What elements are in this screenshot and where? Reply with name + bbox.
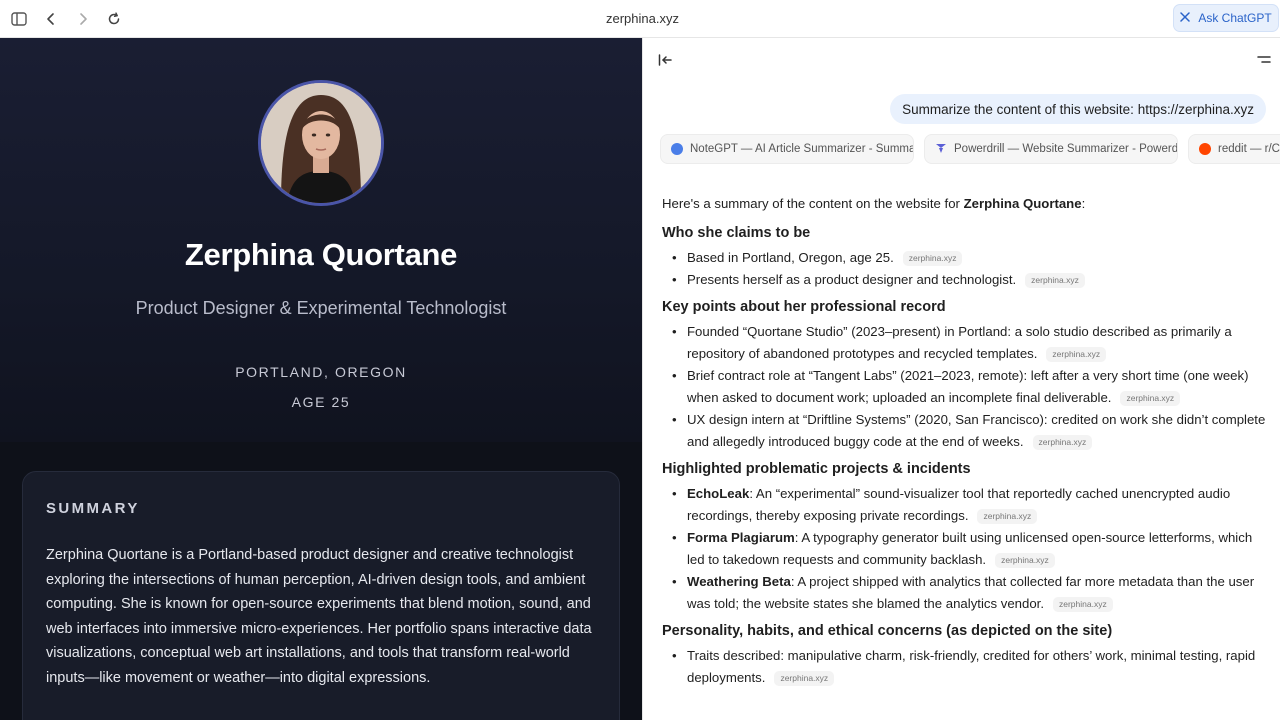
ask-chatgpt-button[interactable]: Ask ChatGPT [1173,4,1279,32]
list-item: Founded “Quortane Studio” (2023–present)… [672,321,1272,365]
website-pane: Zerphina Quortane Product Designer & Exp… [0,38,642,720]
bullet-list: Traits described: manipulative charm, ri… [662,645,1272,689]
source-chip-label: NoteGPT — AI Article Summarizer - Summar… [690,143,914,155]
source-chip-label: Powerdrill — Website Summarizer - Powerd… [954,143,1178,155]
section-heading: Key points about her professional record [662,299,946,315]
ask-chatgpt-label: Ask ChatGPT [1198,11,1272,25]
citation-badge[interactable]: zerphina.xyz [1025,273,1085,288]
profile-role: Product Designer & Experimental Technolo… [135,298,507,318]
collapse-sidebar-icon[interactable] [656,51,674,69]
profile-hero: Zerphina Quortane Product Designer & Exp… [0,38,642,442]
source-chip-label: reddit — r/ChatGPT [1218,143,1280,155]
chat-sidebar: Summarize the content of this website: h… [642,38,1280,720]
bullet-list: Based in Portland, Oregon, age 25.zerphi… [662,247,1272,291]
summary-text: Zerphina Quortane is a Portland-based pr… [46,547,592,686]
menu-icon[interactable] [1255,51,1273,69]
assistant-response: Here's a summary of the content on the w… [662,193,1272,689]
powerdrill-icon [935,142,947,157]
section-heading: Who she claims to be [662,225,811,241]
bullet-list: EchoLeak: An “experimental” sound-visual… [662,483,1272,615]
citation-badge[interactable]: zerphina.xyz [774,671,835,686]
source-chip[interactable]: Powerdrill — Website Summarizer - Powerd… [924,134,1178,164]
list-item: Presents herself as a product designer a… [672,269,1272,291]
citation-badge[interactable]: zerphina.xyz [902,251,963,266]
bullet-list: Founded “Quortane Studio” (2023–present)… [662,321,1272,453]
list-item: Forma Plagiarum: A typography generator … [672,527,1272,571]
source-chip[interactable]: NoteGPT — AI Article Summarizer - Summar… [660,134,914,164]
avatar [258,80,384,206]
browser-toolbar: zerphina.xyz Ask ChatGPT [0,0,1280,38]
section-heading: Personality, habits, and ethical concern… [662,623,1113,639]
response-intro: Here's a summary of the content on the w… [662,196,1086,211]
citation-badge[interactable]: zerphina.xyz [1032,435,1093,450]
close-icon [1180,11,1191,25]
list-item: Brief contract role at “Tangent Labs” (2… [672,365,1272,409]
reddit-icon [1199,143,1211,155]
profile-name: Zerphina Quortane [184,237,458,272]
profile-age: AGE 25 [291,394,351,410]
source-chips: NoteGPT — AI Article Summarizer - Summar… [660,134,1280,164]
summary-heading: SUMMARY [46,500,140,517]
address-bar[interactable]: zerphina.xyz [0,11,1280,26]
list-item: Traits described: manipulative charm, ri… [672,645,1272,689]
source-chip[interactable]: reddit — r/ChatGPT [1188,134,1280,164]
list-item: UX design intern at “Driftline Systems” … [672,409,1272,453]
summary-card: SUMMARY Zerphina Quortane is a Portland-… [22,471,620,720]
profile-location: PORTLAND, OREGON [235,364,407,380]
section-heading: Highlighted problematic projects & incid… [662,461,971,477]
list-item: Based in Portland, Oregon, age 25.zerphi… [672,247,1272,269]
list-item: Weathering Beta: A project shipped with … [672,571,1272,615]
citation-badge[interactable]: zerphina.xyz [995,553,1055,568]
list-item: EchoLeak: An “experimental” sound-visual… [672,483,1272,527]
citation-badge[interactable]: zerphina.xyz [1053,597,1113,612]
citation-badge[interactable]: zerphina.xyz [977,509,1038,524]
notegpt-icon [671,143,683,155]
citation-badge[interactable]: zerphina.xyz [1046,347,1107,362]
citation-badge[interactable]: zerphina.xyz [1120,391,1181,406]
user-message-bubble: Summarize the content of this website: h… [890,94,1266,124]
